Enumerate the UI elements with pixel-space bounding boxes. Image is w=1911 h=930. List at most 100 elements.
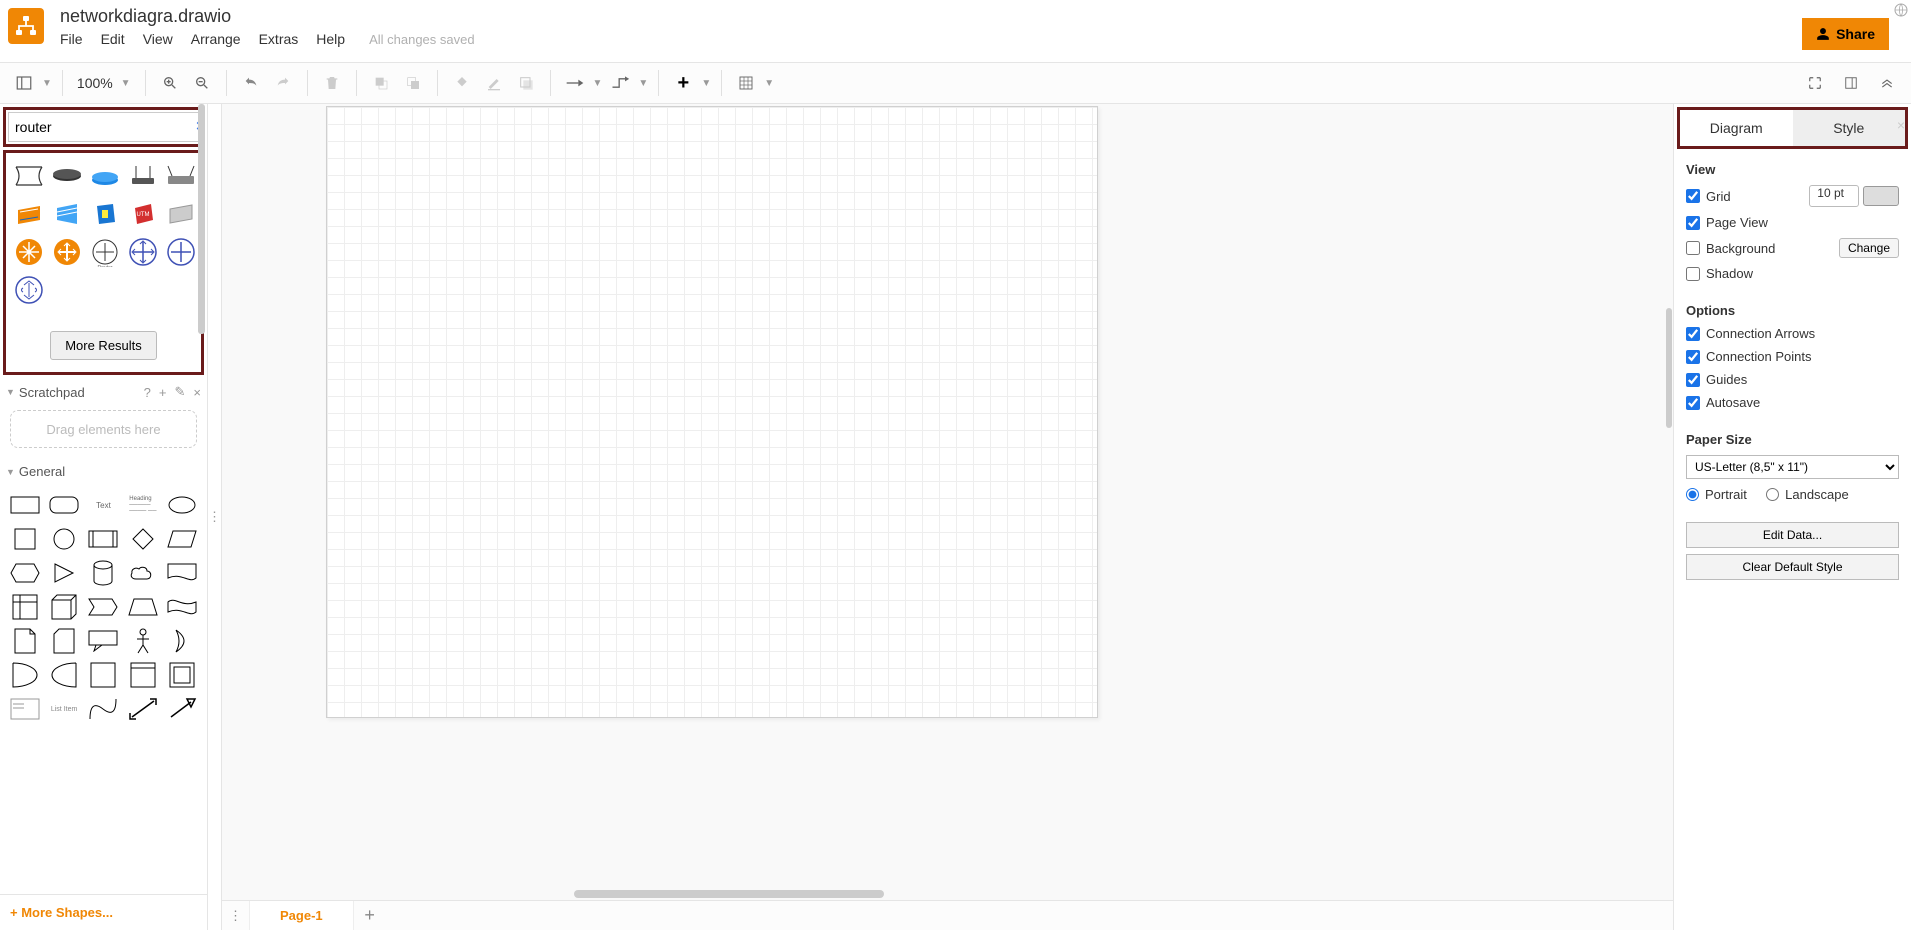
conn-arrows-checkbox[interactable] <box>1686 327 1700 341</box>
shape-router-3[interactable] <box>88 159 122 193</box>
tab-style[interactable]: Style <box>1793 110 1906 146</box>
menu-arrange[interactable]: Arrange <box>191 31 241 47</box>
shape-and[interactable] <box>47 661 80 689</box>
shape-rect[interactable] <box>8 491 41 519</box>
language-icon[interactable] <box>1893 2 1909 18</box>
menu-edit[interactable]: Edit <box>101 31 125 47</box>
portrait-radio[interactable] <box>1686 488 1699 501</box>
shape-square[interactable] <box>8 525 41 553</box>
shape-router-16[interactable] <box>12 273 46 307</box>
shape-cylinder[interactable] <box>87 559 120 587</box>
shape-datastore[interactable] <box>87 661 120 689</box>
shape-hexagon[interactable] <box>8 559 41 587</box>
shape-router-1[interactable] <box>12 159 46 193</box>
format-panel-button[interactable] <box>1837 69 1865 97</box>
zoom-select[interactable]: 100% ▼ <box>73 75 135 91</box>
shape-cube[interactable] <box>47 593 80 621</box>
conn-points-checkbox[interactable] <box>1686 350 1700 364</box>
redo-button[interactable] <box>269 69 297 97</box>
shadow-checkbox[interactable] <box>1686 267 1700 281</box>
insert-button[interactable]: + <box>669 69 697 97</box>
shape-crescent[interactable] <box>166 627 199 655</box>
document-title[interactable]: networkdiagra.drawio <box>60 6 475 27</box>
shape-router-13[interactable]: Router <box>88 235 122 269</box>
general-header[interactable]: ▼ General <box>0 458 207 485</box>
shape-window[interactable] <box>126 661 159 689</box>
shape-router-10[interactable] <box>164 197 198 231</box>
horizontal-scrollbar[interactable] <box>222 888 1673 900</box>
grid-color-swatch[interactable] <box>1863 186 1899 206</box>
undo-button[interactable] <box>237 69 265 97</box>
shape-heading[interactable]: Heading───────── ── <box>126 491 159 519</box>
shape-trapezoid[interactable] <box>126 593 159 621</box>
view-sidebar-button[interactable] <box>10 69 38 97</box>
grid-checkbox[interactable] <box>1686 189 1700 203</box>
connection-button[interactable] <box>561 69 589 97</box>
shape-curve[interactable] <box>87 695 120 723</box>
clear-style-button[interactable]: Clear Default Style <box>1686 554 1899 580</box>
shape-ellipse[interactable] <box>166 491 199 519</box>
to-front-button[interactable] <box>367 69 395 97</box>
shape-router-9[interactable]: UTM <box>126 197 160 231</box>
shadow-button[interactable] <box>512 69 540 97</box>
more-results-button[interactable]: More Results <box>50 331 157 360</box>
right-scrollbar-thumb[interactable] <box>1666 308 1672 428</box>
left-scrollbar[interactable] <box>197 104 207 890</box>
shape-note[interactable] <box>8 627 41 655</box>
shape-triangle[interactable] <box>47 559 80 587</box>
menu-help[interactable]: Help <box>316 31 345 47</box>
canvas[interactable]: ⋮ Page-1 + <box>222 104 1673 930</box>
shape-diamond[interactable] <box>126 525 159 553</box>
shape-bidir-arrow[interactable] <box>126 695 159 723</box>
background-checkbox[interactable] <box>1686 241 1700 255</box>
canvas-page[interactable] <box>326 106 1098 718</box>
landscape-radio[interactable] <box>1766 488 1779 501</box>
shape-frame[interactable] <box>166 661 199 689</box>
scratchpad-help[interactable]: ? <box>144 385 151 400</box>
shape-router-7[interactable] <box>50 197 84 231</box>
autosave-checkbox[interactable] <box>1686 396 1700 410</box>
guides-checkbox[interactable] <box>1686 373 1700 387</box>
collapse-button[interactable] <box>1873 69 1901 97</box>
line-color-button[interactable] <box>480 69 508 97</box>
tab-diagram[interactable]: Diagram <box>1680 110 1793 146</box>
shape-process[interactable] <box>87 525 120 553</box>
app-logo[interactable] <box>8 8 44 44</box>
menu-view[interactable]: View <box>143 31 173 47</box>
sidebar-collapse-handle[interactable]: ⋮ <box>208 104 222 930</box>
menu-extras[interactable]: Extras <box>259 31 299 47</box>
shape-router-6[interactable] <box>12 197 46 231</box>
page-tab-1[interactable]: Page-1 <box>250 901 354 930</box>
pages-menu-button[interactable]: ⋮ <box>222 901 250 930</box>
scratchpad-edit[interactable]: ✎ <box>175 384 186 400</box>
shape-router-5[interactable] <box>164 159 198 193</box>
delete-button[interactable] <box>318 69 346 97</box>
scratchpad-header[interactable]: ▼ Scratchpad ? + ✎ × <box>0 378 207 406</box>
more-shapes-button[interactable]: + More Shapes... <box>0 894 207 930</box>
fullscreen-button[interactable] <box>1801 69 1829 97</box>
shape-router-4[interactable] <box>126 159 160 193</box>
shape-tape[interactable] <box>166 593 199 621</box>
pageview-checkbox[interactable] <box>1686 216 1700 230</box>
shape-router-14[interactable] <box>126 235 160 269</box>
close-panel-icon[interactable]: × <box>1897 117 1905 133</box>
shape-document[interactable] <box>166 559 199 587</box>
waypoint-button[interactable] <box>606 69 634 97</box>
edit-data-button[interactable]: Edit Data... <box>1686 522 1899 548</box>
shape-internal[interactable] <box>8 593 41 621</box>
shape-router-2[interactable] <box>50 159 84 193</box>
shape-listitem[interactable]: List Item <box>47 695 80 723</box>
zoom-in-button[interactable] <box>156 69 184 97</box>
shape-callout[interactable] <box>87 627 120 655</box>
shape-actor[interactable] <box>126 627 159 655</box>
share-button[interactable]: Share <box>1802 18 1889 50</box>
shape-cloud[interactable] <box>126 559 159 587</box>
shape-router-12[interactable] <box>50 235 84 269</box>
add-page-button[interactable]: + <box>354 901 386 930</box>
grid-size-input[interactable]: 10 pt <box>1809 185 1859 207</box>
change-bg-button[interactable]: Change <box>1839 238 1899 258</box>
scratchpad-add[interactable]: + <box>159 385 167 400</box>
table-button[interactable] <box>732 69 760 97</box>
shape-router-8[interactable] <box>88 197 122 231</box>
shape-text[interactable]: Text <box>87 491 120 519</box>
